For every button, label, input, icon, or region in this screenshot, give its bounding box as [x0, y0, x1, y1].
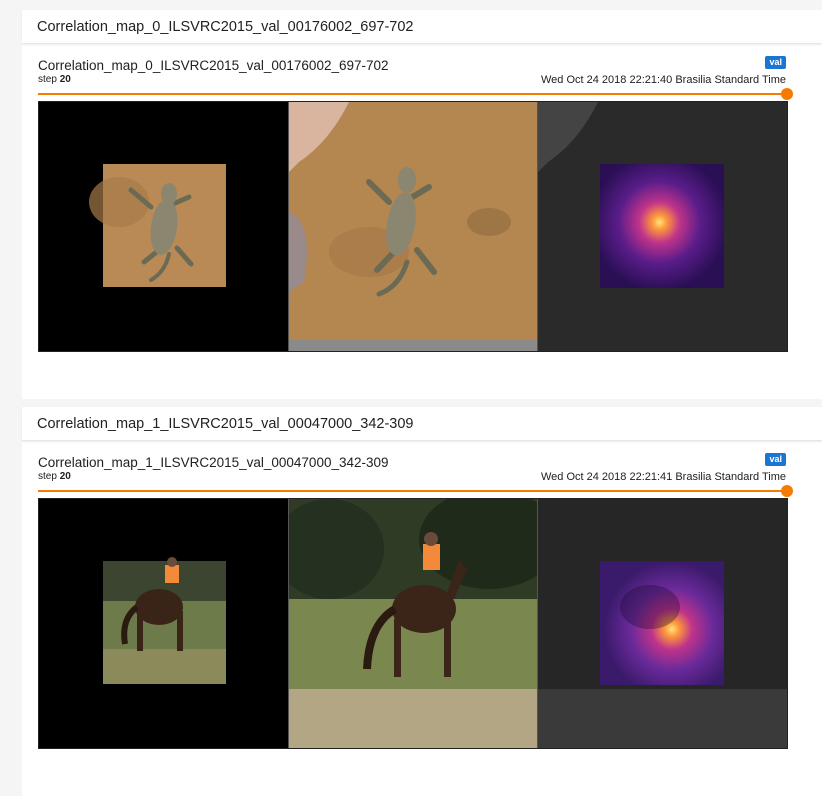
cropped-target-image: [39, 102, 288, 351]
timestamp: Wed Oct 24 2018 22:21:41 Brasilia Standa…: [541, 471, 786, 483]
step-slider-track[interactable]: [38, 93, 788, 95]
step-slider-track[interactable]: [38, 490, 788, 492]
image-strip: [38, 101, 788, 352]
step-indicator: step 20: [38, 74, 71, 85]
step-label: step: [38, 74, 57, 85]
step-slider-thumb[interactable]: [781, 485, 793, 497]
step-value: 20: [59, 74, 71, 85]
search-region-image: [287, 102, 538, 351]
image-card-1: Correlation_map_1_ILSVRC2015_val_0004700…: [22, 407, 822, 796]
step-label: step: [38, 471, 57, 482]
card-header-title[interactable]: Correlation_map_1_ILSVRC2015_val_0004700…: [22, 407, 822, 441]
search-region-image: [287, 499, 538, 748]
run-badge: val: [765, 56, 786, 69]
correlation-heatmap-image: [537, 102, 788, 351]
run-badge: val: [765, 453, 786, 466]
timestamp: Wed Oct 24 2018 22:21:40 Brasilia Standa…: [541, 74, 786, 86]
step-slider-thumb[interactable]: [781, 88, 793, 100]
run-title: Correlation_map_0_ILSVRC2015_val_0017600…: [38, 58, 389, 73]
image-card-0: Correlation_map_0_ILSVRC2015_val_0017600…: [22, 10, 822, 399]
step-indicator: step 20: [38, 471, 71, 482]
card-header-title[interactable]: Correlation_map_0_ILSVRC2015_val_0017600…: [22, 10, 822, 44]
correlation-heatmap-image: [537, 499, 788, 748]
step-value: 20: [59, 471, 71, 482]
cropped-target-image: [39, 499, 288, 748]
run-title: Correlation_map_1_ILSVRC2015_val_0004700…: [38, 455, 389, 470]
image-strip: [38, 498, 788, 749]
image-panel: Correlation_map_1_ILSVRC2015_val_0004700…: [22, 441, 822, 796]
image-panel: Correlation_map_0_ILSVRC2015_val_0017600…: [22, 44, 822, 399]
